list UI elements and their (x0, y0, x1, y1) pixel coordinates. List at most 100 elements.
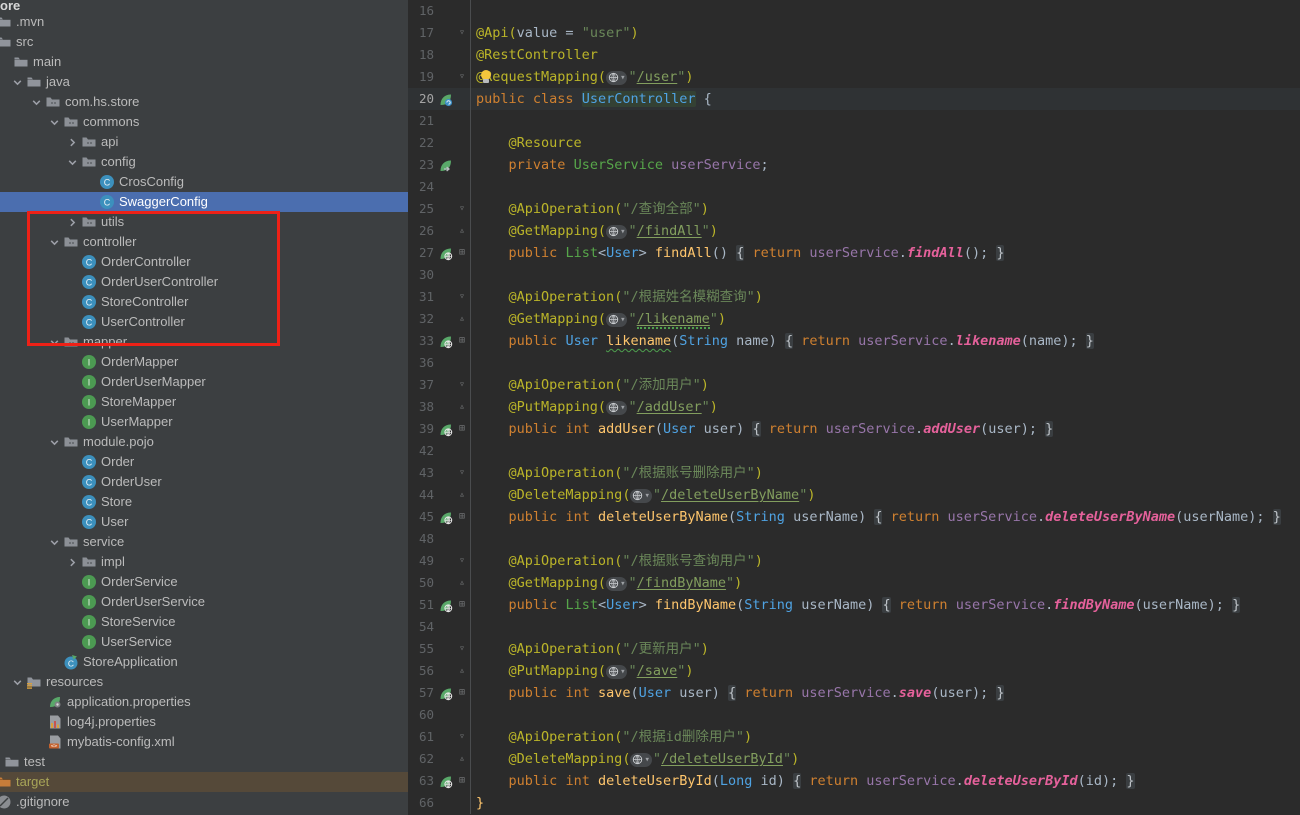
line-number[interactable]: 19 (408, 66, 436, 88)
fold-marker[interactable]: ▵ (454, 308, 470, 330)
tree-item-impl[interactable]: impl (0, 552, 408, 572)
line-number[interactable]: 37 (408, 374, 436, 396)
line-number[interactable]: 26 (408, 220, 436, 242)
code-line-26[interactable]: 26 ▵ @GetMapping(▾ "/findAll") (408, 220, 1300, 242)
tree-item-orderuser[interactable]: C OrderUser (0, 472, 408, 492)
endpoint-globe-hint-icon[interactable]: ▾ (606, 224, 628, 239)
code-text[interactable]: @ApiOperation("/根据账号查询用户") (470, 550, 1300, 572)
tree-item-storeapplication[interactable]: C StoreApplication (0, 652, 408, 672)
fold-marker[interactable]: ⊞ (454, 770, 470, 792)
endpoint-globe-hint-icon[interactable]: ▾ (606, 576, 628, 591)
line-number[interactable]: 17 (408, 22, 436, 44)
chevron-down-icon[interactable] (28, 94, 44, 110)
tree-item-userservice[interactable]: I UserService (0, 632, 408, 652)
request-mapping-gutter-icon[interactable] (436, 242, 454, 264)
endpoint-globe-hint-icon[interactable]: ▾ (606, 664, 628, 679)
code-line-62[interactable]: 62 ▵ @DeleteMapping(▾ "/deleteUserById") (408, 748, 1300, 770)
line-number[interactable]: 62 (408, 748, 436, 770)
code-line-23[interactable]: 23 private UserService userService; (408, 154, 1300, 176)
code-line-57[interactable]: 57 ⊞ public int save(User user) { return … (408, 682, 1300, 704)
tree-item-test[interactable]: test (0, 752, 408, 772)
request-mapping-gutter-icon[interactable] (436, 682, 454, 704)
tree-item-target[interactable]: target (0, 772, 408, 792)
tree-item-storemapper[interactable]: I StoreMapper (0, 392, 408, 412)
code-text[interactable]: @DeleteMapping(▾ "/deleteUserByName") (470, 484, 1300, 506)
code-text[interactable] (470, 176, 1300, 198)
chevron-down-icon[interactable] (9, 74, 25, 90)
code-text[interactable]: @PutMapping(▾ "/save") (470, 660, 1300, 682)
spring-bean-gutter-icon[interactable] (436, 88, 454, 110)
tree-item-crosconfig[interactable]: C CrosConfig (0, 172, 408, 192)
line-number[interactable]: 50 (408, 572, 436, 594)
line-number[interactable]: 44 (408, 484, 436, 506)
tree-item-orderusermapper[interactable]: I OrderUserMapper (0, 372, 408, 392)
endpoint-globe-hint-icon[interactable]: ▾ (606, 312, 628, 327)
tree-item-usermapper[interactable]: I UserMapper (0, 412, 408, 432)
chevron-down-icon[interactable] (46, 434, 62, 450)
code-text[interactable]: @RestController (470, 44, 1300, 66)
code-text[interactable]: @ApiOperation("/根据id删除用户") (470, 726, 1300, 748)
tree-item-application-properties[interactable]: application.properties (0, 692, 408, 712)
fold-marker[interactable]: ▵ (454, 660, 470, 682)
code-text[interactable] (470, 528, 1300, 550)
code-text[interactable] (470, 264, 1300, 286)
line-number[interactable]: 18 (408, 44, 436, 66)
fold-marker[interactable]: ▿ (454, 462, 470, 484)
code-line-24[interactable]: 24 (408, 176, 1300, 198)
code-line-17[interactable]: 17 ▿ @Api(value = "user") (408, 22, 1300, 44)
chevron-right-icon[interactable] (64, 554, 80, 570)
request-mapping-gutter-icon[interactable] (436, 330, 454, 352)
line-number[interactable]: 27 (408, 242, 436, 264)
code-text[interactable]: @DeleteMapping(▾ "/deleteUserById") (470, 748, 1300, 770)
fold-marker[interactable]: ▵ (454, 220, 470, 242)
tree-item-storecontroller[interactable]: C StoreController (0, 292, 408, 312)
tree-item-log4j-properties[interactable]: log4j.properties (0, 712, 408, 732)
code-line-22[interactable]: 22 @Resource (408, 132, 1300, 154)
endpoint-globe-hint-icon[interactable]: ▾ (606, 70, 628, 85)
intention-bulb-icon[interactable] (480, 70, 492, 84)
fold-marker[interactable]: ▿ (454, 374, 470, 396)
code-line-44[interactable]: 44 ▵ @DeleteMapping(▾ "/deleteUserByName") (408, 484, 1300, 506)
fold-marker[interactable]: ⊞ (454, 682, 470, 704)
line-number[interactable]: 43 (408, 462, 436, 484)
code-text[interactable]: public int deleteUserByName(String userN… (470, 506, 1300, 528)
code-line-19[interactable]: 19 ▿ @RequestMapping(▾ "/user") (408, 66, 1300, 88)
tree-item-resources[interactable]: resources (0, 672, 408, 692)
autowired-gutter-icon[interactable] (436, 154, 454, 176)
fold-marker[interactable]: ▿ (454, 66, 470, 88)
fold-marker[interactable]: ▿ (454, 286, 470, 308)
chevron-down-icon[interactable] (46, 114, 62, 130)
code-text[interactable]: @ApiOperation("/根据账号删除用户") (470, 462, 1300, 484)
code-text[interactable]: @Api(value = "user") (470, 22, 1300, 44)
line-number[interactable]: 66 (408, 792, 436, 814)
line-number[interactable]: 49 (408, 550, 436, 572)
line-number[interactable]: 48 (408, 528, 436, 550)
code-line-25[interactable]: 25 ▿ @ApiOperation("/查询全部") (408, 198, 1300, 220)
fold-marker[interactable]: ▵ (454, 484, 470, 506)
line-number[interactable]: 31 (408, 286, 436, 308)
line-number[interactable]: 36 (408, 352, 436, 374)
tree-item-service[interactable]: service (0, 532, 408, 552)
request-mapping-gutter-icon[interactable] (436, 594, 454, 616)
tree-item-controller[interactable]: controller (0, 232, 408, 252)
code-text[interactable] (470, 0, 1300, 22)
tree-item-main[interactable]: main (0, 52, 408, 72)
line-number[interactable]: 51 (408, 594, 436, 616)
line-number[interactable]: 30 (408, 264, 436, 286)
tree-item-src[interactable]: src (0, 32, 408, 52)
code-line-61[interactable]: 61 ▿ @ApiOperation("/根据id删除用户") (408, 726, 1300, 748)
line-number[interactable]: 23 (408, 154, 436, 176)
line-number[interactable]: 22 (408, 132, 436, 154)
chevron-down-icon[interactable] (46, 534, 62, 550)
code-text[interactable]: @Resource (470, 132, 1300, 154)
code-text[interactable]: public int deleteUserById(Long id) { ret… (470, 770, 1300, 792)
code-line-30[interactable]: 30 (408, 264, 1300, 286)
fold-marker[interactable]: ⊞ (454, 330, 470, 352)
line-number[interactable]: 54 (408, 616, 436, 638)
fold-marker[interactable]: ▵ (454, 748, 470, 770)
fold-marker[interactable]: ▿ (454, 726, 470, 748)
code-text[interactable]: @ApiOperation("/添加用户") (470, 374, 1300, 396)
chevron-down-icon[interactable] (9, 674, 25, 690)
endpoint-globe-hint-icon[interactable]: ▾ (630, 488, 652, 503)
tree-item-order[interactable]: C Order (0, 452, 408, 472)
